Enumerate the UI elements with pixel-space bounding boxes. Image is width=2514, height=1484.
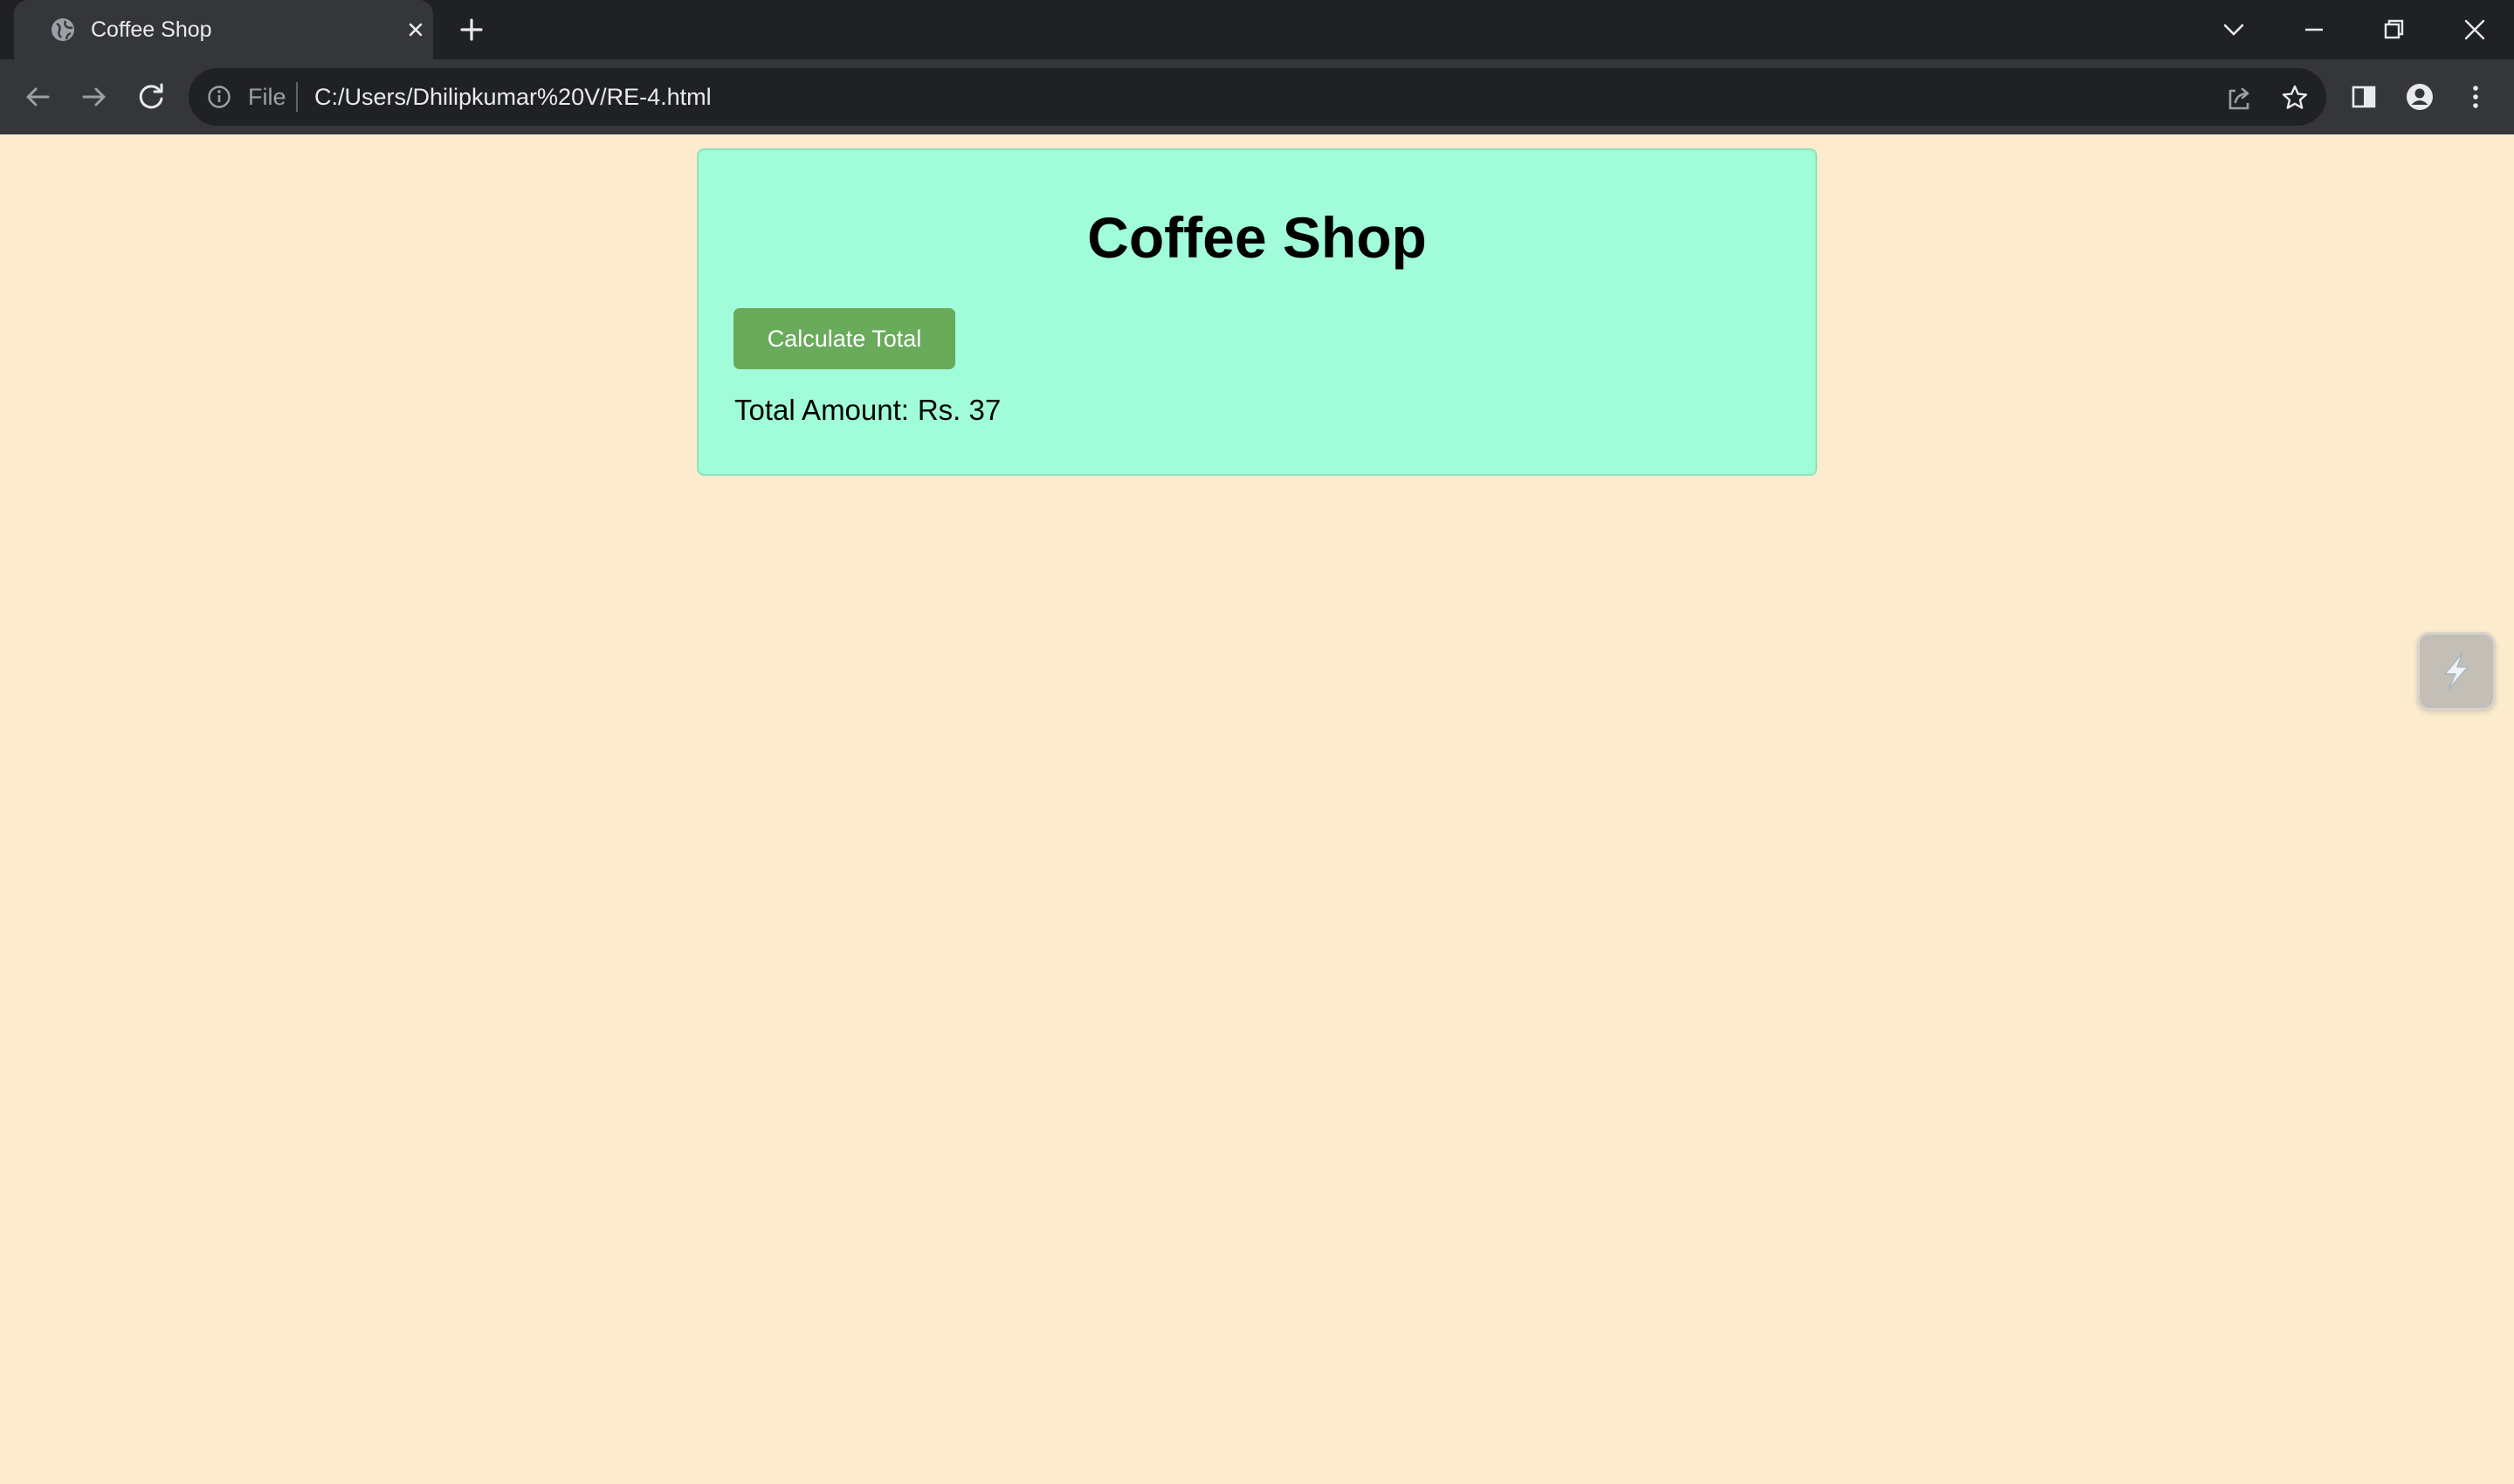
minimize-icon[interactable] bbox=[2297, 12, 2331, 47]
profile-icon[interactable] bbox=[2403, 80, 2436, 113]
kebab-menu-icon[interactable] bbox=[2459, 80, 2492, 113]
page-title: Coffee Shop bbox=[1087, 205, 1427, 270]
window-close-icon[interactable] bbox=[2457, 12, 2492, 47]
share-icon[interactable] bbox=[2223, 82, 2255, 113]
info-icon[interactable] bbox=[206, 84, 232, 110]
arrow-right-icon[interactable] bbox=[76, 79, 113, 115]
tab-strip: Coffee Shop bbox=[0, 0, 2514, 59]
calculate-total-button[interactable]: Calculate Total bbox=[734, 308, 955, 369]
extension-widget-button[interactable] bbox=[2417, 632, 2496, 711]
total-amount-label: Total Amount: bbox=[734, 394, 909, 426]
reload-icon[interactable] bbox=[133, 79, 169, 115]
address-separator bbox=[296, 82, 298, 112]
close-icon[interactable] bbox=[403, 17, 428, 42]
address-scheme: File bbox=[248, 84, 286, 110]
total-amount: Total Amount: Rs. 37 bbox=[734, 393, 1001, 428]
plus-icon[interactable] bbox=[456, 14, 487, 45]
coffee-shop-card: Coffee Shop Calculate Total Total Amount… bbox=[697, 148, 1817, 476]
browser-tab[interactable]: Coffee Shop bbox=[14, 0, 433, 59]
total-amount-value: Rs. 37 bbox=[917, 394, 1002, 426]
globe-icon bbox=[52, 18, 74, 41]
address-url[interactable]: C:/Users/Dhilipkumar%20V/RE-4.html bbox=[314, 82, 712, 112]
lightning-icon bbox=[2444, 652, 2469, 690]
tab-title: Coffee Shop bbox=[91, 17, 212, 42]
address-bar[interactable]: File C:/Users/Dhilipkumar%20V/RE-4.html bbox=[189, 68, 2326, 126]
arrow-left-icon[interactable] bbox=[19, 79, 56, 115]
restore-icon[interactable] bbox=[2376, 12, 2411, 47]
chevron-down-icon[interactable] bbox=[2216, 12, 2251, 47]
star-icon[interactable] bbox=[2279, 82, 2311, 113]
side-panel-icon[interactable] bbox=[2347, 80, 2380, 113]
browser-toolbar: File C:/Users/Dhilipkumar%20V/RE-4.html bbox=[0, 59, 2514, 134]
